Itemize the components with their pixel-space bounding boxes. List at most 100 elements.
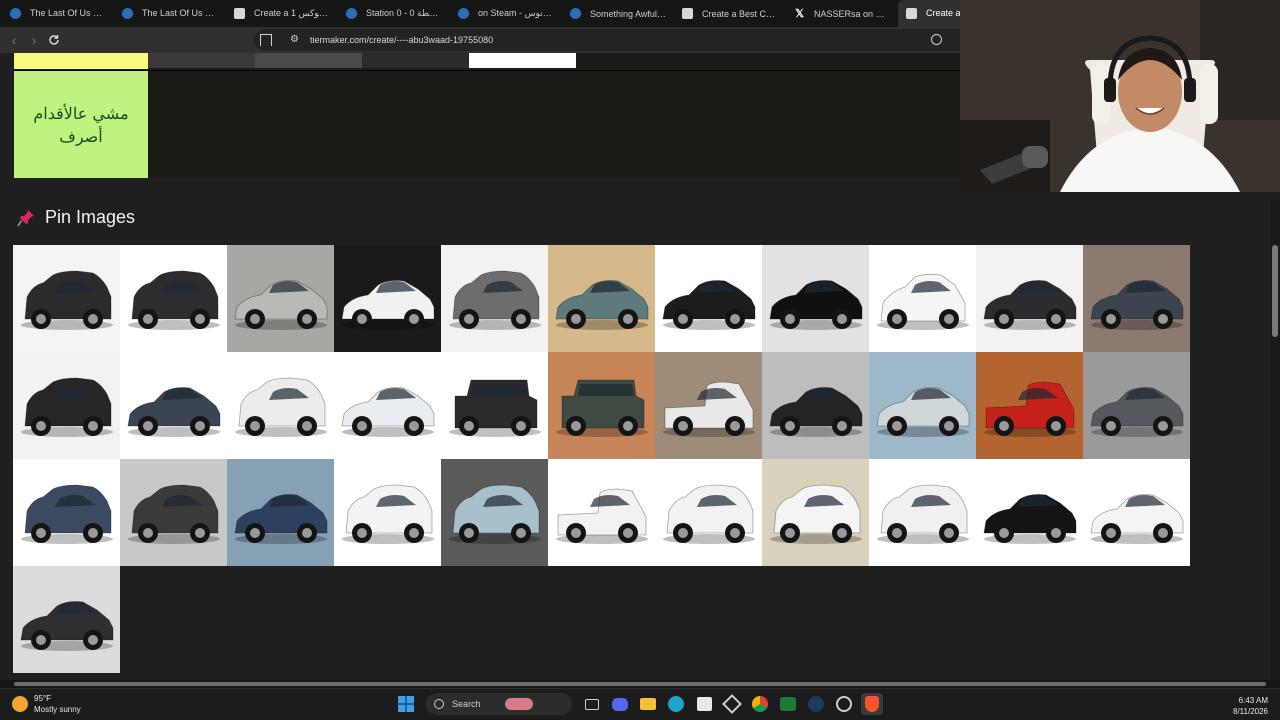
- car-image-tile[interactable]: [1083, 245, 1190, 352]
- edge-icon[interactable]: [665, 693, 687, 715]
- car-image-tile[interactable]: [655, 352, 762, 459]
- taskbar: 95°F Mostly sunny Search 6:43 AM 8/11/20…: [0, 688, 1280, 720]
- car-image-tile[interactable]: [13, 459, 120, 566]
- tab-title: Create a 1 الاكسبوكس: [254, 8, 330, 18]
- car-image-tile[interactable]: [762, 459, 869, 566]
- car-image-tile[interactable]: [227, 352, 334, 459]
- tab-3[interactable]: Station 0 - المحطة 0: [338, 0, 450, 27]
- file-explorer-icon[interactable]: [637, 693, 659, 715]
- scroll-thumb[interactable]: [1272, 245, 1278, 337]
- car-image-tile[interactable]: [441, 459, 548, 566]
- car-image-tile[interactable]: [334, 352, 441, 459]
- car-image-tile[interactable]: [441, 352, 548, 459]
- car-image-tile[interactable]: [762, 245, 869, 352]
- tab-title: The Last Of Us تعريب: [30, 8, 106, 18]
- clock[interactable]: 6:43 AM 8/11/2026: [1233, 695, 1268, 717]
- steam-icon[interactable]: [805, 693, 827, 715]
- sun-icon: [12, 696, 28, 712]
- tier-item-peek[interactable]: [469, 53, 576, 68]
- horizontal-scrollbar[interactable]: [0, 680, 1280, 688]
- tier-item-peek[interactable]: [148, 53, 255, 68]
- car-image-tile[interactable]: [869, 352, 976, 459]
- tab-6[interactable]: Create a Best Cars Tie: [674, 0, 786, 27]
- forward-icon[interactable]: ›: [24, 30, 44, 50]
- steam-icon: [346, 8, 357, 19]
- tier-item-peek[interactable]: [255, 53, 362, 68]
- car-image-tile[interactable]: [548, 352, 655, 459]
- tier-item-peek[interactable]: [362, 53, 469, 68]
- tier-row[interactable]: مشي عالأقدام أصرف: [14, 70, 960, 178]
- steam-icon: [458, 8, 469, 19]
- tab-title: NASSERsa on X: "@3: [814, 8, 890, 19]
- car-image-tile[interactable]: [1083, 459, 1190, 566]
- car-image-tile[interactable]: [120, 245, 227, 352]
- zoom-icon[interactable]: [931, 34, 942, 45]
- steam-icon: [570, 8, 581, 19]
- scroll-thumb[interactable]: [14, 682, 1266, 686]
- car-image-tile[interactable]: [334, 245, 441, 352]
- pushpin-icon: [16, 208, 36, 228]
- car-image-tile[interactable]: [976, 459, 1083, 566]
- address-bar[interactable]: ⚙ tiermaker.com/create/----abu3waad-1975…: [254, 29, 960, 51]
- car-image-tile[interactable]: [655, 245, 762, 352]
- bookmark-icon[interactable]: [260, 34, 272, 46]
- car-image-tile[interactable]: [548, 245, 655, 352]
- tiermaker-icon: [234, 8, 245, 19]
- car-image-tile[interactable]: [976, 352, 1083, 459]
- vertical-scrollbar[interactable]: [1270, 200, 1280, 683]
- steam-icon: [10, 8, 21, 19]
- chrome-icon[interactable]: [749, 693, 771, 715]
- brave-icon[interactable]: [861, 693, 883, 715]
- steam-icon: [122, 8, 133, 19]
- car-image-tile[interactable]: [655, 459, 762, 566]
- url-text: tiermaker.com/create/----abu3waad-197550…: [310, 35, 494, 45]
- app-icon[interactable]: [833, 693, 855, 715]
- site-info-icon[interactable]: ⚙: [290, 35, 302, 45]
- car-image-tile[interactable]: [120, 459, 227, 566]
- car-image-tile[interactable]: [869, 245, 976, 352]
- toolbar: ‹ › ⚙ tiermaker.com/create/----abu3waad-…: [0, 27, 960, 53]
- car-image-tile[interactable]: [334, 459, 441, 566]
- tab-7[interactable]: 𝕏 NASSERsa on X: "@3: [786, 0, 898, 27]
- windows-start-icon[interactable]: [395, 693, 417, 715]
- unity-icon[interactable]: [721, 693, 743, 715]
- tab-title: on Steam - ابو فانوس: [478, 8, 554, 18]
- car-image-tile[interactable]: [762, 352, 869, 459]
- tiermaker-icon: [906, 8, 917, 19]
- car-image-tile[interactable]: [441, 245, 548, 352]
- car-image-tile[interactable]: [548, 459, 655, 566]
- search-highlight-icon: [504, 698, 533, 710]
- car-image-tile[interactable]: [13, 566, 120, 673]
- tab-2[interactable]: Create a 1 الاكسبوكس: [226, 0, 338, 27]
- car-image-tile[interactable]: [869, 459, 976, 566]
- tab-title: Station 0 - المحطة 0: [366, 8, 442, 18]
- search-icon: [434, 699, 444, 709]
- car-image-tile[interactable]: [227, 245, 334, 352]
- tab-1[interactable]: The Last Of Us تعريب: [114, 0, 226, 27]
- weather-widget[interactable]: 95°F Mostly sunny: [12, 693, 81, 715]
- car-image-tile[interactable]: [13, 352, 120, 459]
- tab-0[interactable]: The Last Of Us تعريب: [2, 0, 114, 27]
- car-image-tile[interactable]: [227, 459, 334, 566]
- car-image-tile[interactable]: [1083, 352, 1190, 459]
- tab-4[interactable]: on Steam - ابو فانوس: [450, 0, 562, 27]
- tier-label[interactable]: مشي عالأقدام أصرف: [14, 71, 148, 178]
- date: 8/11/2026: [1233, 707, 1268, 716]
- xbox-icon[interactable]: [777, 693, 799, 715]
- task-view-icon[interactable]: [581, 693, 603, 715]
- webcam-overlay: [960, 0, 1280, 192]
- car-image-tile[interactable]: [976, 245, 1083, 352]
- weather-text: Mostly sunny: [34, 705, 81, 714]
- store-icon[interactable]: [693, 693, 715, 715]
- temperature: 95°F: [34, 694, 51, 703]
- tab-5[interactable]: Something Awful Sta: [562, 0, 674, 27]
- discord-icon[interactable]: [609, 693, 631, 715]
- taskbar-search[interactable]: Search: [426, 693, 572, 715]
- time: 6:43 AM: [1238, 696, 1268, 705]
- back-icon[interactable]: ‹: [4, 30, 24, 50]
- car-image-tile[interactable]: [13, 245, 120, 352]
- car-image-tile[interactable]: [120, 352, 227, 459]
- screen: The Last Of Us تعريب The Last Of Us تعريب…: [0, 0, 1280, 720]
- reload-icon[interactable]: [44, 30, 64, 50]
- tier-label-yellow[interactable]: [14, 53, 148, 69]
